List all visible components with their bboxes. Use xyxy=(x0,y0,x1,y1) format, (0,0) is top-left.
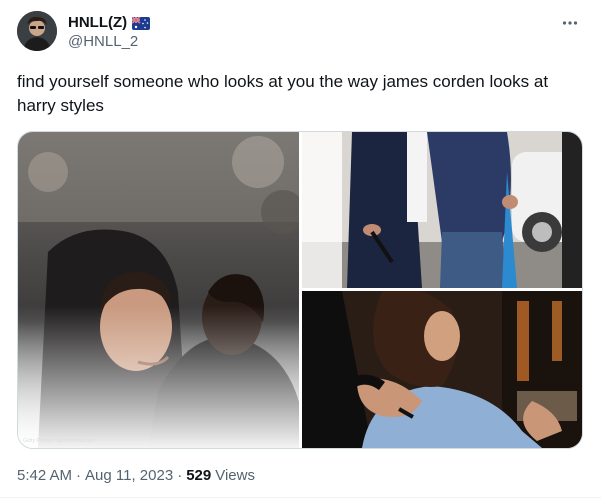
author-block: HNLL(Z) @HNLL_2 xyxy=(68,14,151,52)
more-options-icon[interactable] xyxy=(560,13,580,33)
views-label: Views xyxy=(215,467,255,484)
views-count: 529 xyxy=(186,467,212,484)
tweet-date[interactable]: Aug 11, 2023 xyxy=(85,466,173,486)
author-handle[interactable]: @HNLL_2 xyxy=(68,32,150,52)
tweet-header: HNLL(Z) @HNLL_2 xyxy=(17,11,584,55)
tweet-meta: 5:42 AM · Aug 11, 2023 · 529 Views xyxy=(17,466,255,486)
photo-credit: Getty Photos / SplashNews.com xyxy=(23,438,95,444)
photo-2[interactable] xyxy=(302,132,582,288)
display-name[interactable]: HNLL(Z) xyxy=(68,14,127,32)
australia-flag-icon xyxy=(131,15,151,30)
photo-3[interactable] xyxy=(302,291,582,448)
photo-1[interactable]: Getty Photos / SplashNews.com xyxy=(18,132,299,448)
tweet-text: find yourself someone who looks at you t… xyxy=(17,72,549,115)
tweet-card: HNLL(Z) @HNLL_2 find yourself someone wh… xyxy=(0,0,601,498)
tweet-time[interactable]: 5:42 AM xyxy=(17,466,72,486)
avatar[interactable] xyxy=(17,11,57,51)
display-name-row[interactable]: HNLL(Z) xyxy=(68,14,151,32)
meta-separator: · xyxy=(76,467,82,484)
meta-separator-2: · xyxy=(177,467,183,484)
media-grid: Getty Photos / SplashNews.com xyxy=(17,131,583,449)
